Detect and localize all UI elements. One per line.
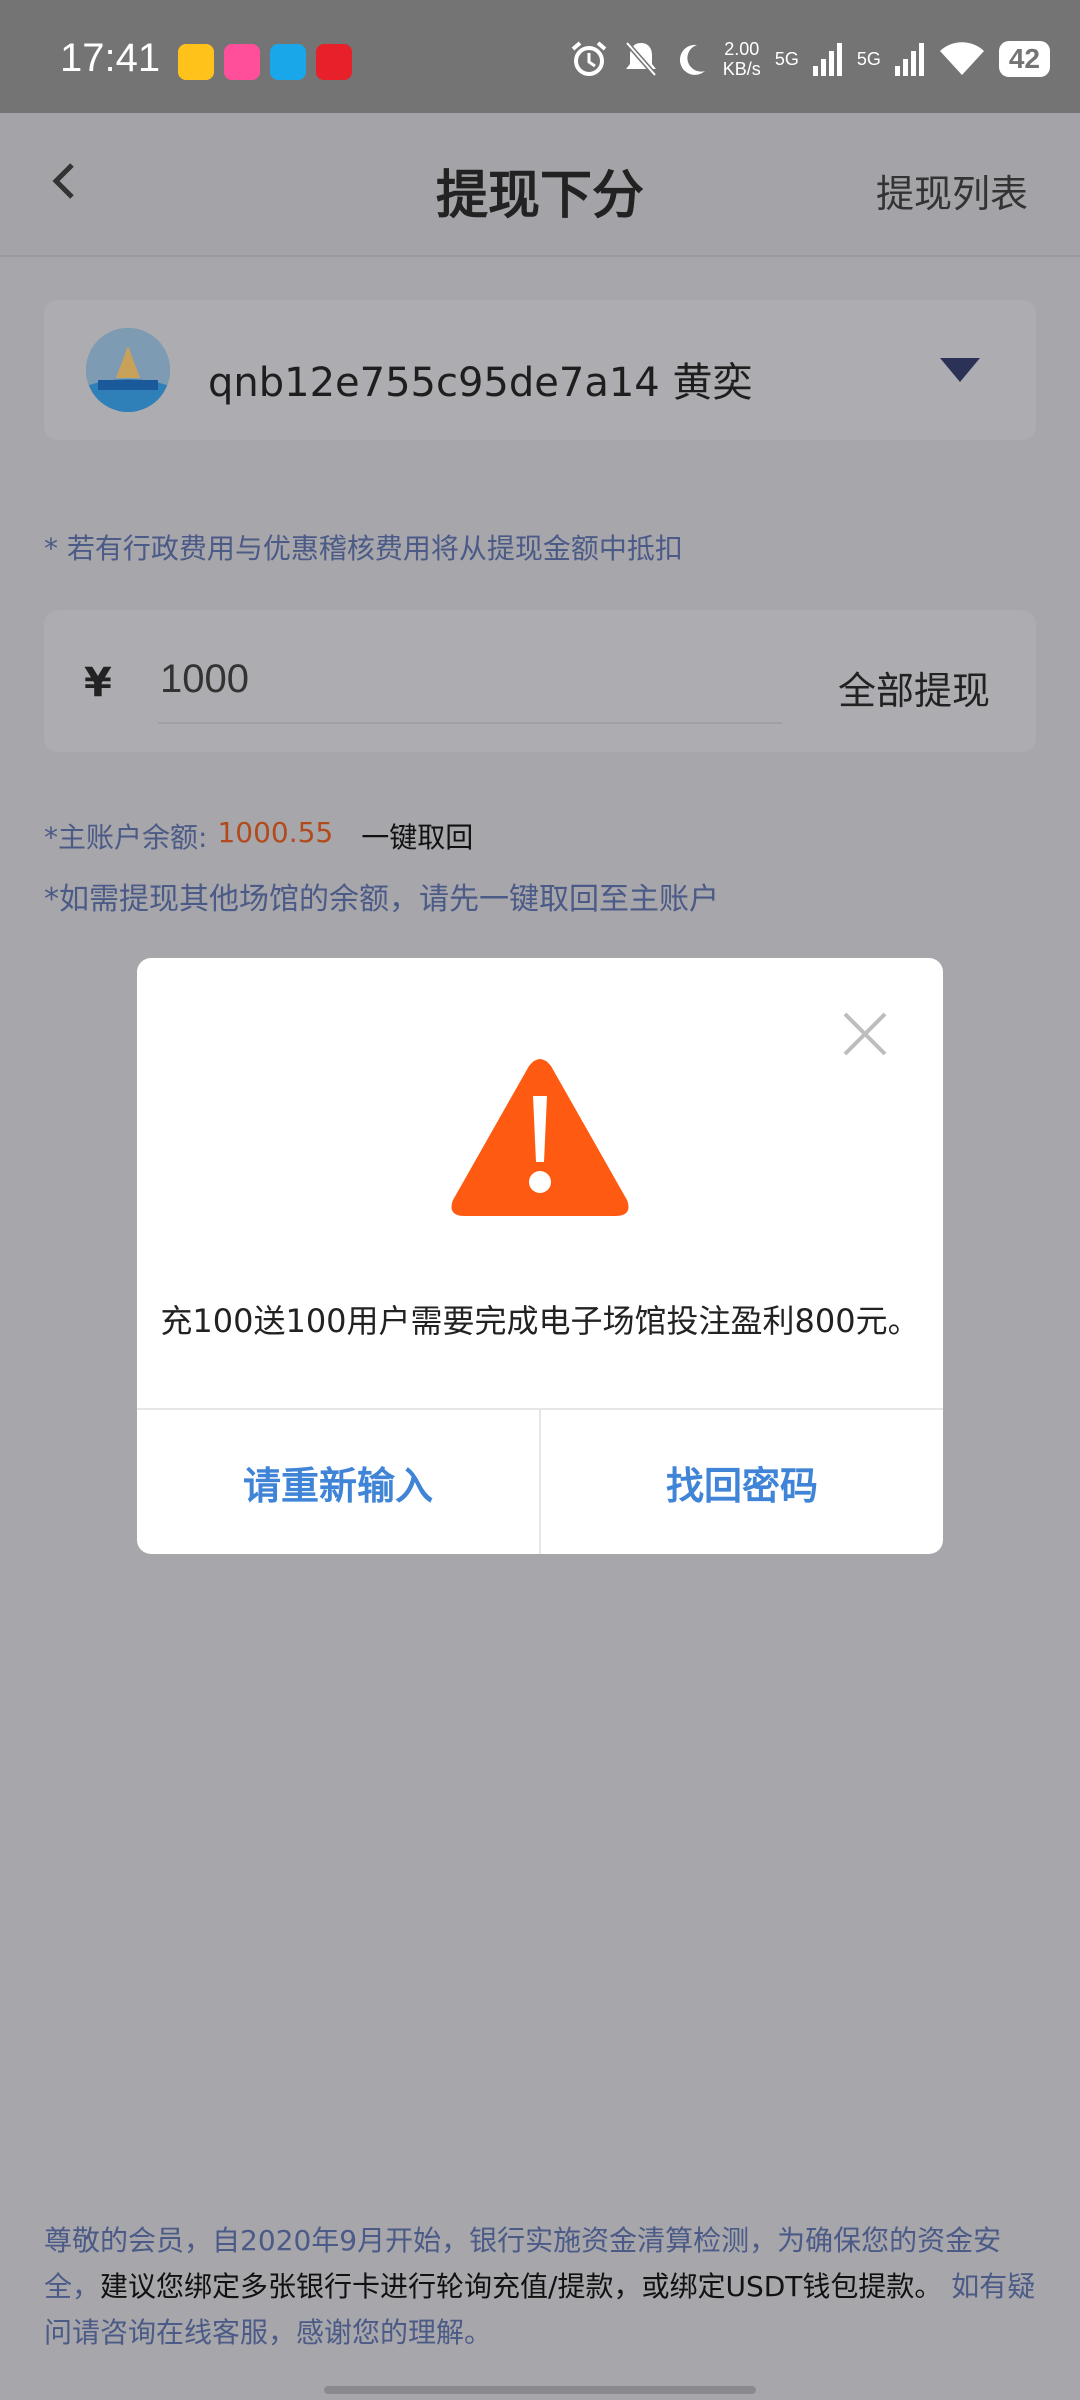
home-indicator[interactable] [324, 2386, 756, 2394]
dialog-actions: 请重新输入 找回密码 [137, 1408, 943, 1554]
wifi-icon [939, 42, 984, 75]
account-selector[interactable]: qnb12e755c95de7a14 黄奕 [44, 300, 1036, 440]
avatar-logo-icon [86, 328, 170, 412]
amount-input[interactable] [158, 656, 782, 724]
withdraw-all-button[interactable]: 全部提现 [838, 660, 990, 715]
network-speed: 2.00 KB/s [722, 39, 761, 79]
other-venue-notice: *如需提现其他场馆的余额，请先一键取回至主账户 [44, 882, 719, 917]
warning-triangle-icon [451, 1059, 629, 1216]
app-notification-icon [224, 44, 260, 80]
battery-level: 42 [998, 41, 1050, 77]
fee-notice: * 若有行政费用与优惠稽核费用将从提现金额中抵扣 [44, 532, 683, 565]
account-avatar [86, 328, 170, 412]
balance-row: *主账户余额: 1000.55 一键取回 [44, 816, 473, 856]
footer-notice: 尊敬的会员，自2020年9月开始，银行实施资金清算检测，为确保您的资金安全，建议… [44, 2218, 1036, 2356]
footer-text-2: 建议您绑定多张银行卡进行轮询充值/提款，或绑定USDT钱包提款。 [100, 2270, 943, 2303]
withdraw-list-link[interactable]: 提现列表 [876, 163, 1028, 218]
recall-button[interactable]: 一键取回 [361, 816, 473, 856]
signal-5g-label: 5G [856, 48, 881, 69]
do-not-disturb-moon-icon [679, 44, 705, 75]
app-header: 提现下分 提现列表 [0, 113, 1080, 257]
balance-label: *主账户余额: [44, 821, 208, 854]
app-notification-icon [178, 44, 214, 80]
signal-bars-icon [894, 43, 924, 76]
status-time: 17:41 [60, 36, 161, 80]
currency-symbol: ¥ [84, 660, 112, 706]
app-notification-icon [270, 44, 306, 80]
app-notification-icon [316, 44, 352, 80]
status-bar: 17:41 2.00 KB/s 5G 5G 42 [0, 0, 1080, 113]
bell-muted-icon [624, 41, 657, 77]
warning-dialog: 充100送100用户需要完成电子场馆投注盈利800元。 请重新输入 找回密码 [137, 958, 943, 1554]
amount-card: ¥ 全部提现 [44, 610, 1036, 752]
alarm-icon [571, 41, 607, 76]
close-icon[interactable] [841, 1010, 889, 1058]
signal-bars-icon [812, 43, 842, 76]
signal-5g-label: 5G [774, 48, 799, 69]
recover-password-button[interactable]: 找回密码 [539, 1410, 943, 1554]
retry-input-button[interactable]: 请重新输入 [137, 1410, 539, 1554]
balance-value: 1000.55 [217, 816, 334, 849]
dropdown-caret-icon[interactable] [940, 358, 980, 382]
account-name: qnb12e755c95de7a14 黄奕 [208, 360, 753, 406]
dialog-message: 充100送100用户需要完成电子场馆投注盈利800元。 [160, 1302, 920, 1340]
